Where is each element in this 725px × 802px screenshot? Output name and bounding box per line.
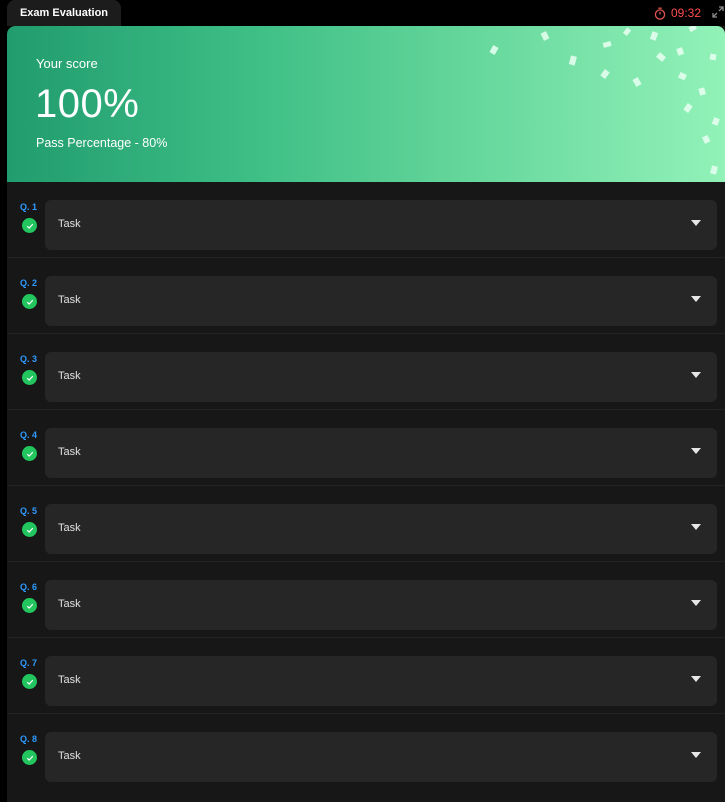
caret-down-icon[interactable] [691, 752, 701, 758]
caret-down-icon[interactable] [691, 676, 701, 682]
question-title: Task [58, 218, 81, 230]
question-title: Task [58, 446, 81, 458]
question-accordion[interactable]: Task [45, 276, 717, 326]
question-accordion[interactable]: Task [45, 428, 717, 478]
question-accordion[interactable]: Task [45, 732, 717, 782]
check-circle-icon [22, 294, 37, 309]
question-row: Q. 6 Task [7, 562, 725, 638]
question-accordion[interactable]: Task [45, 580, 717, 630]
question-row: Q. 1 Task [7, 182, 725, 258]
question-accordion[interactable]: Task [45, 504, 717, 554]
check-circle-icon [22, 522, 37, 537]
question-number: Q. 6 [20, 582, 38, 592]
question-number: Q. 4 [20, 430, 38, 440]
timer: 09:32 [654, 5, 701, 21]
tab-label: Exam Evaluation [19, 7, 109, 19]
question-title: Task [58, 370, 81, 382]
question-title: Task [58, 522, 81, 534]
check-circle-icon [22, 750, 37, 765]
check-circle-icon [22, 218, 37, 233]
caret-down-icon[interactable] [691, 448, 701, 454]
caret-down-icon[interactable] [691, 296, 701, 302]
timer-value: 09:32 [670, 6, 701, 20]
question-row: Q. 8 Task [7, 714, 725, 790]
question-title: Task [58, 598, 81, 610]
score-value: 100% [35, 82, 140, 126]
question-number: Q. 8 [20, 734, 38, 744]
question-accordion[interactable]: Task [45, 656, 717, 706]
question-number: Q. 5 [20, 506, 38, 516]
question-number: Q. 7 [20, 658, 38, 668]
score-banner: Your score 100% Pass Percentage - 80% [7, 26, 725, 182]
pass-percentage: Pass Percentage - 80% [36, 136, 168, 150]
score-label: Your score [36, 56, 98, 71]
question-row: Q. 3 Task [7, 334, 725, 410]
caret-down-icon[interactable] [691, 372, 701, 378]
question-number: Q. 2 [20, 278, 38, 288]
question-number: Q. 3 [20, 354, 38, 364]
question-title: Task [58, 674, 81, 686]
caret-down-icon[interactable] [691, 524, 701, 530]
question-title: Task [58, 750, 81, 762]
tab-exam-evaluation[interactable]: Exam Evaluation [7, 0, 121, 26]
check-circle-icon [22, 598, 37, 613]
expand-icon[interactable] [711, 5, 725, 19]
check-circle-icon [22, 446, 37, 461]
question-number: Q. 1 [20, 202, 38, 212]
question-title: Task [58, 294, 81, 306]
check-circle-icon [22, 370, 37, 385]
question-row: Q. 4 Task [7, 410, 725, 486]
question-accordion[interactable]: Task [45, 200, 717, 250]
question-row: Q. 7 Task [7, 638, 725, 714]
evaluation-panel: Your score 100% Pass Percentage - 80% Q.… [7, 26, 725, 802]
question-accordion[interactable]: Task [45, 352, 717, 402]
stopwatch-icon [654, 7, 666, 20]
top-bar: Exam Evaluation 09:32 [0, 0, 725, 26]
caret-down-icon[interactable] [691, 220, 701, 226]
check-circle-icon [22, 674, 37, 689]
question-row: Q. 2 Task [7, 258, 725, 334]
question-row: Q. 5 Task [7, 486, 725, 562]
caret-down-icon[interactable] [691, 600, 701, 606]
